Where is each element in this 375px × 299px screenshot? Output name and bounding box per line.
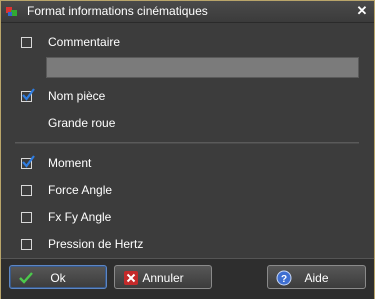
- fx-fy-angle-checkbox-row[interactable]: Fx Fy Angle: [21, 209, 111, 225]
- force-angle-checkbox-label: Force Angle: [48, 183, 113, 197]
- ok-button-label: Ok: [50, 271, 66, 285]
- moment-checkbox-row[interactable]: Moment: [21, 154, 92, 171]
- cancel-button[interactable]: Annuler: [114, 265, 212, 289]
- help-button-label: Aide: [304, 271, 329, 285]
- cancel-button-label: Annuler: [142, 271, 184, 285]
- comment-field[interactable]: [46, 57, 359, 78]
- close-icon[interactable]: ✕: [355, 4, 369, 18]
- force-angle-checkbox-row[interactable]: Force Angle: [21, 182, 112, 198]
- dialog-window: Format informations cinématiques ✕ Comme…: [0, 0, 375, 299]
- window-title: Format informations cinématiques: [27, 4, 208, 18]
- comment-checkbox[interactable]: [21, 36, 32, 48]
- force-angle-checkbox[interactable]: [21, 184, 32, 196]
- fx-fy-angle-checkbox[interactable]: [21, 211, 32, 223]
- check-mark-icon: [22, 87, 35, 101]
- title-bar[interactable]: Format informations cinématiques ✕: [1, 1, 374, 23]
- moment-checkbox-label: Moment: [48, 156, 92, 170]
- app-icon: [6, 7, 17, 16]
- part-name-value: Grande roue: [48, 116, 116, 130]
- hertz-pressure-checkbox[interactable]: [21, 238, 32, 250]
- hertz-pressure-checkbox-row[interactable]: Pression de Hertz: [21, 236, 143, 252]
- part-name-checkbox-label: Nom pièce: [48, 89, 106, 103]
- moment-checkbox[interactable]: [21, 154, 35, 169]
- help-button[interactable]: ? Aide: [267, 265, 366, 289]
- fx-fy-angle-checkbox-label: Fx Fy Angle: [48, 210, 112, 224]
- divider: [15, 142, 359, 144]
- check-mark-icon: [22, 154, 35, 168]
- comment-checkbox-row[interactable]: Commentaire: [21, 34, 120, 50]
- part-name-checkbox[interactable]: [21, 87, 35, 102]
- comment-checkbox-label: Commentaire: [48, 35, 121, 49]
- ok-button[interactable]: Ok: [9, 265, 107, 289]
- part-name-checkbox-row[interactable]: Nom pièce: [21, 87, 106, 104]
- hertz-pressure-checkbox-label: Pression de Hertz: [48, 237, 144, 251]
